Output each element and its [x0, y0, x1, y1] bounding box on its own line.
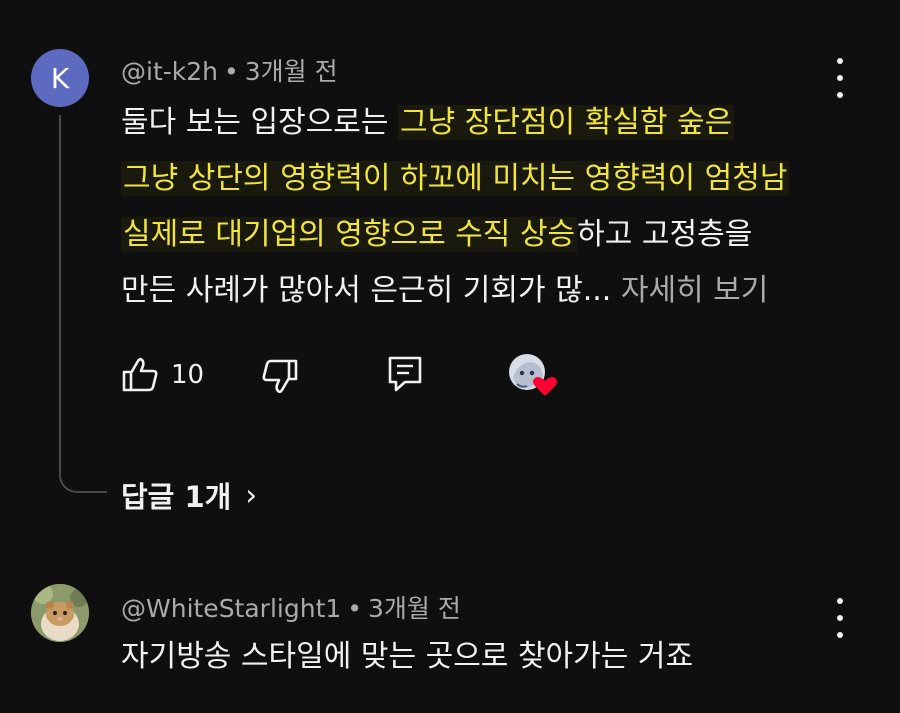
avatar-letter: K	[50, 61, 70, 95]
reply-icon[interactable]	[387, 355, 423, 393]
more-options-icon[interactable]	[828, 598, 852, 638]
chevron-right-icon: ›	[245, 478, 257, 512]
comment-text-plain: 만든 사례가 많아서 은근히 기회가 많	[121, 273, 583, 308]
like-count: 10	[171, 360, 205, 390]
reply-thread-line	[59, 115, 107, 493]
comment-text-highlight: 실제로 대기업의 영향으로 수직 상승	[121, 217, 578, 252]
comment-text-highlight: 그냥 상단의 영향력이 하꼬에 미치는 영향력이 엄청남	[121, 161, 790, 196]
creator-heart-icon	[507, 352, 559, 402]
meta-separator: •	[224, 57, 239, 86]
meta-separator: •	[347, 594, 363, 623]
comment-meta: @it-k2h • 3개월 전	[121, 52, 338, 88]
comment-text-line: 자기방송 스타일에 맞는 곳으로 찾아가는 거죠	[121, 639, 694, 674]
comment-text-highlight: 그냥 장단점이 확실함 숲은	[398, 105, 735, 140]
comment-time[interactable]: 3개월 전	[245, 57, 338, 86]
read-more-link[interactable]: 자세히 보기	[621, 273, 769, 308]
comment-text-plain: 하고 고정층을	[577, 217, 753, 252]
comment-ellipsis: ...	[582, 273, 621, 308]
comment-text-line: 만든 사례가 많아서 은근히 기회가 많... 자세히 보기	[121, 272, 768, 310]
comment-text-line: 실제로 대기업의 영향으로 수직 상승하고 고정층을	[121, 216, 752, 254]
comment-meta: @WhiteStarlight1 • 3개월 전	[121, 589, 461, 625]
avatar[interactable]: K	[31, 49, 89, 107]
comment-text-line: 둘다 보는 입장으로는 그냥 장단점이 확실함 숲은	[121, 104, 735, 142]
view-replies-button[interactable]: 답글 1개 ›	[121, 474, 257, 516]
author-handle[interactable]: @it-k2h	[121, 57, 218, 86]
comment-text-line: 그냥 상단의 영향력이 하꼬에 미치는 영향력이 엄청남	[121, 160, 790, 198]
author-handle[interactable]: @WhiteStarlight1	[121, 594, 341, 623]
like-icon[interactable]	[121, 357, 159, 393]
comment-time[interactable]: 3개월 전	[368, 594, 461, 623]
replies-label: 답글 1개	[121, 480, 232, 514]
more-options-icon[interactable]	[828, 58, 852, 98]
avatar[interactable]	[31, 584, 89, 642]
dislike-icon[interactable]	[261, 358, 299, 394]
comment-text-plain: 둘다 보는 입장으로는	[121, 105, 399, 140]
